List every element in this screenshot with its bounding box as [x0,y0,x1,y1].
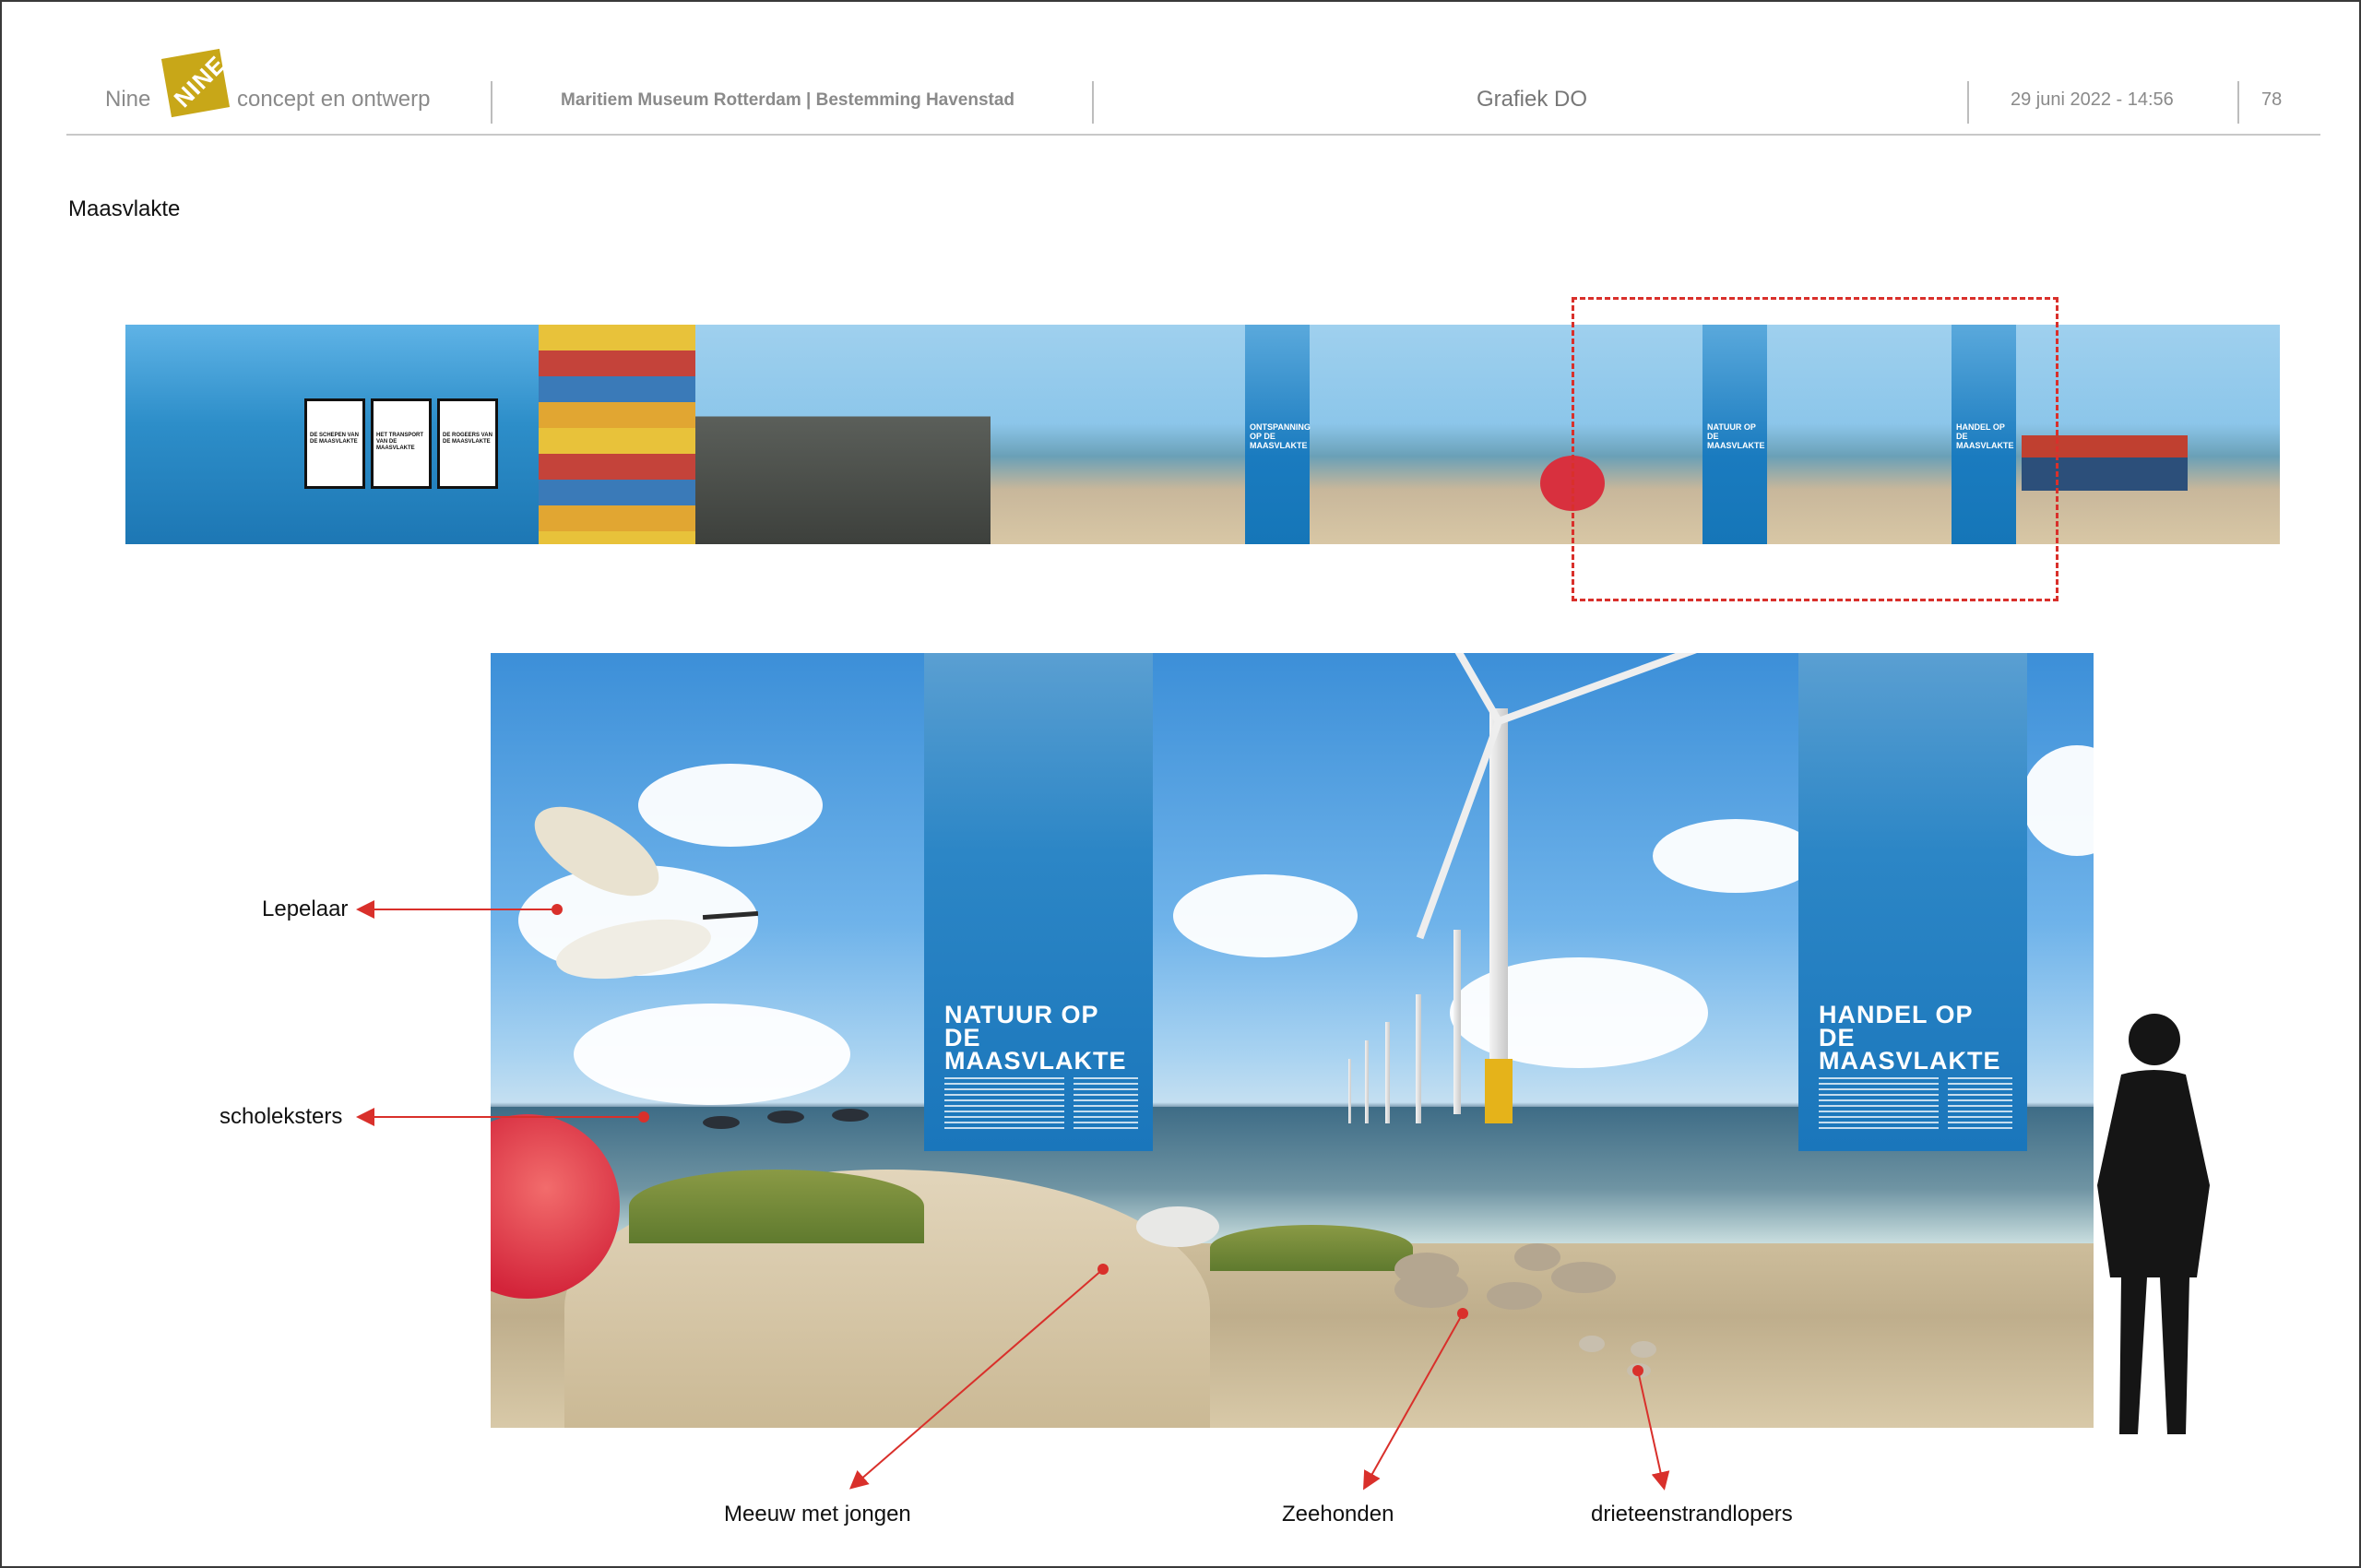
arrow-strandlopers [1632,1365,1670,1491]
label-zeehonden: Zeehonden [1282,1502,1394,1526]
label-lepelaar: Lepelaar [262,897,349,921]
label-strandlopers: drieteenstrandlopers [1591,1502,1793,1526]
label-meeuw: Meeuw met jongen [724,1502,911,1526]
arrow-zeehonden [1363,1308,1468,1491]
arrow-meeuw [848,1264,1109,1490]
annotation-arrows [356,900,1670,1491]
label-scholeksters: scholeksters [219,1104,343,1129]
